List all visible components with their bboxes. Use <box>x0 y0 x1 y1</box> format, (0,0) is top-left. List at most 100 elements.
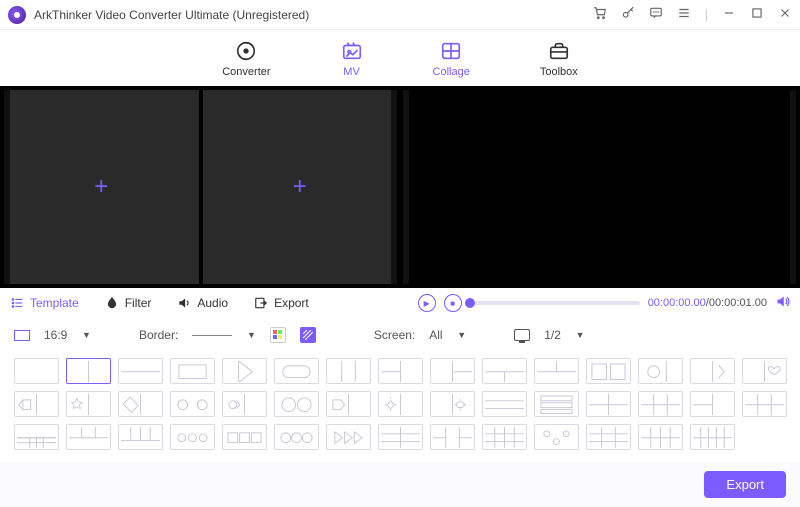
screen-dropdown[interactable]: All ▼ <box>429 328 466 342</box>
tab-label: Converter <box>222 66 270 78</box>
template-item[interactable] <box>690 424 735 450</box>
close-icon[interactable] <box>778 6 792 23</box>
tab-filter[interactable]: Filter <box>105 296 152 310</box>
midbar-label: Export <box>274 296 309 310</box>
template-grid <box>0 352 800 462</box>
template-item[interactable] <box>742 358 787 384</box>
tab-toolbox[interactable]: Toolbox <box>540 40 578 78</box>
tab-converter[interactable]: Converter <box>222 40 270 78</box>
border-color-button[interactable] <box>270 327 286 343</box>
border-style-dropdown[interactable]: ▼ <box>192 328 256 342</box>
screen-label: Screen: <box>374 328 415 342</box>
preview-slot-2 <box>602 90 797 284</box>
collage-slot-2[interactable]: + <box>203 90 398 284</box>
template-item[interactable] <box>638 424 683 450</box>
template-item[interactable] <box>430 391 475 417</box>
template-item[interactable] <box>14 424 59 450</box>
tab-label: MV <box>343 66 360 78</box>
template-item[interactable] <box>274 424 319 450</box>
footer: Export <box>0 462 800 506</box>
midbar-label: Audio <box>197 296 228 310</box>
template-item[interactable] <box>586 424 631 450</box>
template-item[interactable] <box>534 358 579 384</box>
cart-icon[interactable] <box>593 6 607 23</box>
template-item[interactable] <box>66 391 111 417</box>
template-item[interactable] <box>170 358 215 384</box>
template-item[interactable] <box>170 424 215 450</box>
template-item[interactable] <box>742 391 787 417</box>
template-item[interactable] <box>482 358 527 384</box>
tab-collage[interactable]: Collage <box>433 40 470 78</box>
main-tabs: Converter MV Collage Toolbox <box>0 30 800 86</box>
stop-button[interactable]: ■ <box>444 294 462 312</box>
template-item[interactable] <box>638 391 683 417</box>
template-item[interactable] <box>274 391 319 417</box>
screen-value: All <box>429 328 442 342</box>
template-item[interactable] <box>222 391 267 417</box>
app-title: ArkThinker Video Converter Ultimate (Unr… <box>34 8 309 22</box>
template-item[interactable] <box>690 391 735 417</box>
template-item[interactable] <box>326 358 371 384</box>
border-pattern-button[interactable] <box>300 327 316 343</box>
tab-template[interactable]: Template <box>10 296 79 310</box>
midbar-label: Filter <box>125 296 152 310</box>
template-item[interactable] <box>326 391 371 417</box>
template-item[interactable] <box>118 358 163 384</box>
page-dropdown[interactable]: 1/2 ▼ <box>544 328 584 342</box>
template-item[interactable] <box>534 391 579 417</box>
feedback-icon[interactable] <box>649 6 663 23</box>
key-icon[interactable] <box>621 6 635 23</box>
border-label: Border: <box>139 328 178 342</box>
template-item[interactable] <box>586 391 631 417</box>
workspace: + + <box>0 86 800 288</box>
app-logo <box>8 6 26 24</box>
template-item[interactable] <box>638 358 683 384</box>
tab-mv[interactable]: MV <box>341 40 363 78</box>
template-item[interactable] <box>534 424 579 450</box>
template-item[interactable] <box>482 391 527 417</box>
plus-icon: + <box>293 173 307 201</box>
slider-thumb[interactable] <box>465 298 475 308</box>
template-item[interactable] <box>118 424 163 450</box>
titlebar: ArkThinker Video Converter Ultimate (Unr… <box>0 0 800 30</box>
page-value: 1/2 <box>544 328 561 342</box>
tab-label: Collage <box>433 66 470 78</box>
template-item[interactable] <box>66 358 111 384</box>
collage-edit-area: + + <box>4 90 397 284</box>
aspect-icon <box>14 330 30 341</box>
minimize-icon[interactable] <box>722 6 736 23</box>
midbar: Template Filter Audio Export ▶ ■ 00:00:0… <box>0 288 800 318</box>
time-current: 00:00:00.00 <box>648 297 706 309</box>
template-item[interactable] <box>586 358 631 384</box>
template-item[interactable] <box>430 358 475 384</box>
template-item[interactable] <box>118 391 163 417</box>
template-item[interactable] <box>222 358 267 384</box>
54options-bar: 16:9 ▼ Border: ▼ Screen: All ▼ 1/2 ▼ <box>0 318 800 352</box>
tab-audio[interactable]: Audio <box>177 296 228 310</box>
play-button[interactable]: ▶ <box>418 294 436 312</box>
template-item[interactable] <box>378 358 423 384</box>
template-item[interactable] <box>222 424 267 450</box>
template-item[interactable] <box>14 358 59 384</box>
maximize-icon[interactable] <box>750 6 764 23</box>
template-item[interactable] <box>274 358 319 384</box>
template-item[interactable] <box>326 424 371 450</box>
template-item[interactable] <box>378 391 423 417</box>
template-item[interactable] <box>430 424 475 450</box>
tab-label: Toolbox <box>540 66 578 78</box>
export-button[interactable]: Export <box>704 471 786 498</box>
template-item[interactable] <box>66 424 111 450</box>
aspect-dropdown[interactable]: 16:9 ▼ <box>44 328 91 342</box>
tab-export[interactable]: Export <box>254 296 309 310</box>
template-item[interactable] <box>14 391 59 417</box>
menu-icon[interactable] <box>677 6 691 23</box>
playback-slider[interactable] <box>470 301 640 305</box>
volume-icon[interactable] <box>775 294 790 312</box>
preview-area <box>403 90 796 284</box>
midbar-label: Template <box>30 296 79 310</box>
template-item[interactable] <box>170 391 215 417</box>
template-item[interactable] <box>690 358 735 384</box>
template-item[interactable] <box>378 424 423 450</box>
template-item[interactable] <box>482 424 527 450</box>
collage-slot-1[interactable]: + <box>4 90 199 284</box>
